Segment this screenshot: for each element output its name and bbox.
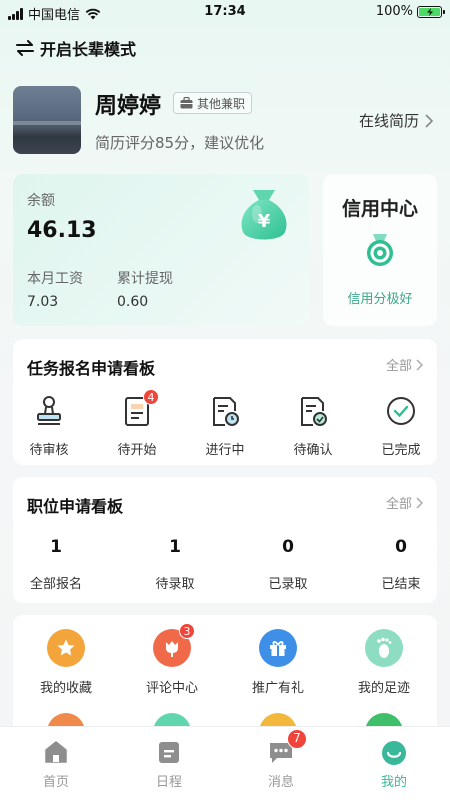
tulip-icon — [166, 641, 178, 657]
task-board-title: 任务报名申请看板 — [27, 359, 156, 378]
job-board-all-label: 全部 — [385, 497, 412, 512]
task-completed[interactable]: 已完成 — [359, 395, 443, 458]
credit-score-text: 信用分极好 — [347, 292, 413, 307]
task-pending-start-label: 待开始 — [117, 443, 157, 458]
task-board-all-link[interactable]: 全部 — [386, 355, 423, 374]
monthly-wage-value: 7.03 — [27, 294, 59, 310]
task-pending-review[interactable]: 待审核 — [7, 395, 91, 458]
tab-schedule-label: 日程 — [155, 775, 182, 790]
service-promotion-label: 推广有礼 — [251, 681, 304, 696]
service-footprints-label: 我的足迹 — [357, 681, 410, 696]
chevron-right-icon — [416, 358, 423, 371]
task-pending-confirm-label: 待确认 — [293, 443, 333, 458]
bottom-tab-bar: 首页 日程 7 消息 我的 — [0, 726, 450, 800]
job-hired-count: 0 — [282, 537, 294, 557]
balance-value: 46.13 — [27, 218, 97, 243]
job-hired[interactable]: 0 已录取 — [246, 537, 330, 592]
document-clock-icon — [213, 397, 239, 426]
job-board-title: 职位申请看板 — [27, 497, 124, 516]
job-ended-label: 已结束 — [381, 577, 421, 592]
service-promotion[interactable]: 推广有礼 — [238, 629, 318, 696]
job-tag: 其他兼职 — [173, 92, 253, 114]
tab-mine[interactable]: 我的 — [354, 739, 434, 790]
elder-mode-toggle[interactable]: 开启长辈模式 — [16, 36, 136, 60]
monthly-wage-label: 本月工资 — [27, 271, 83, 287]
task-pending-confirm[interactable]: 待确认 — [271, 395, 355, 458]
service-comments-label: 评论中心 — [145, 681, 198, 696]
user-name: 周婷婷 — [95, 94, 162, 119]
avatar[interactable] — [13, 86, 81, 154]
job-tag-label: 其他兼职 — [197, 96, 246, 111]
task-pending-start-badge: 4 — [143, 389, 159, 405]
online-resume-link[interactable]: 在线简历 — [359, 110, 433, 131]
job-pending-hire-count: 1 — [169, 537, 181, 557]
briefcase-icon — [180, 97, 193, 109]
job-all-applied[interactable]: 1 全部报名 — [14, 537, 98, 592]
elder-mode-label: 开启长辈模式 — [40, 40, 137, 59]
task-completed-label: 已完成 — [381, 443, 421, 458]
service-footprints[interactable]: 我的足迹 — [344, 629, 424, 696]
switch-arrows-icon — [16, 40, 34, 56]
task-pending-start[interactable]: 4 待开始 — [95, 389, 179, 458]
credit-center-card[interactable]: 信用中心 信用分极好 — [323, 174, 437, 326]
job-pending-hire-label: 待录取 — [155, 577, 195, 592]
task-pending-review-label: 待审核 — [29, 443, 69, 458]
job-hired-label: 已录取 — [268, 577, 308, 592]
service-favorites[interactable]: 我的收藏 — [26, 629, 106, 696]
gift-icon — [270, 641, 286, 656]
task-in-progress[interactable]: 进行中 — [183, 395, 267, 458]
tab-messages-badge: 7 — [287, 729, 307, 749]
job-all-applied-count: 1 — [50, 537, 62, 557]
profile-face-icon — [382, 741, 406, 765]
tab-mine-label: 我的 — [380, 775, 407, 790]
balance-label: 余额 — [27, 193, 55, 209]
star-icon — [57, 639, 75, 656]
tab-messages[interactable]: 7 消息 — [241, 729, 321, 790]
job-board-all-link[interactable]: 全部 — [386, 493, 423, 512]
battery-icon — [417, 5, 445, 18]
resume-score-text: 简历评分85分，建议优化 — [95, 134, 265, 152]
check-circle-icon — [387, 397, 415, 425]
total-withdraw-value: 0.60 — [117, 294, 149, 310]
job-all-applied-label: 全部报名 — [29, 577, 82, 592]
money-bag-icon: ¥ — [241, 190, 287, 240]
job-board-card: 职位申请看板 全部 1 全部报名 1 待录取 0 已录取 0 已结束 — [13, 477, 437, 603]
footprint-icon — [377, 637, 392, 658]
credit-center-title: 信用中心 — [341, 198, 418, 220]
tab-home-label: 首页 — [42, 775, 69, 790]
credit-medal-icon — [367, 234, 393, 266]
job-ended-count: 0 — [395, 537, 407, 557]
service-favorites-label: 我的收藏 — [39, 681, 92, 696]
stamp-icon — [37, 396, 61, 425]
service-comments-badge: 3 — [179, 623, 195, 639]
online-resume-label: 在线简历 — [358, 112, 419, 130]
task-in-progress-label: 进行中 — [205, 443, 245, 458]
tab-messages-label: 消息 — [267, 775, 294, 790]
tab-schedule[interactable]: 日程 — [129, 739, 209, 790]
document-check-icon — [301, 397, 327, 426]
tab-home[interactable]: 首页 — [16, 739, 96, 790]
home-icon — [45, 741, 67, 763]
total-withdraw-label: 累计提现 — [117, 271, 173, 287]
job-ended[interactable]: 0 已结束 — [359, 537, 443, 592]
profile-header: 周婷婷 其他兼职 简历评分85分，建议优化 在线简历 — [13, 86, 437, 156]
status-bar: 中国电信 17:34 100% — [0, 0, 450, 26]
service-comments[interactable]: 3 评论中心 — [132, 623, 212, 696]
wallet-card[interactable]: 余额 46.13 本月工资 7.03 累计提现 0.60 ¥ — [13, 174, 309, 326]
job-pending-hire[interactable]: 1 待录取 — [133, 537, 217, 592]
calendar-icon — [159, 742, 179, 763]
chevron-right-icon — [425, 113, 433, 128]
battery-percent: 100% — [375, 4, 413, 19]
task-board-card: 任务报名申请看板 全部 待审核 4 待开始 进行中 待确认 已完成 — [13, 339, 437, 465]
svg-text:¥: ¥ — [258, 211, 271, 232]
task-board-all-label: 全部 — [385, 359, 412, 374]
chevron-right-icon — [416, 496, 423, 509]
